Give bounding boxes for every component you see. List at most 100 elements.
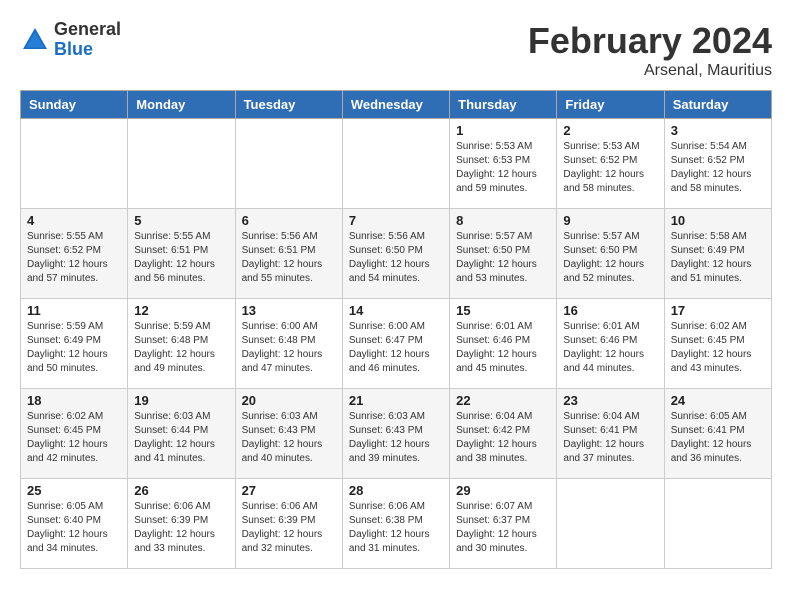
day-info: Sunrise: 6:06 AM Sunset: 6:39 PM Dayligh… — [242, 500, 336, 556]
calendar-table: SundayMondayTuesdayWednesdayThursdayFrid… — [20, 90, 772, 569]
day-number: 24 — [671, 393, 765, 408]
table-row: 14 Sunrise: 6:00 AM Sunset: 6:47 PM Dayli… — [342, 299, 449, 389]
table-row: 25 Sunrise: 6:05 AM Sunset: 6:40 PM Dayli… — [21, 479, 128, 569]
day-info: Sunrise: 6:00 AM Sunset: 6:48 PM Dayligh… — [242, 320, 336, 376]
column-header-tuesday: Tuesday — [235, 91, 342, 119]
logo-icon — [20, 25, 50, 55]
table-row: 28Sunrise: 6:06 AM Sunset: 6:38 PM Dayli… — [342, 479, 449, 569]
column-header-monday: Monday — [128, 91, 235, 119]
day-number: 10 — [671, 213, 765, 228]
day-info: Sunrise: 6:05 AM Sunset: 6:40 PM Dayligh… — [27, 500, 121, 556]
table-row: 4 Sunrise: 5:55 AM Sunset: 6:52 PM Daylig… — [21, 209, 128, 299]
day-number: 20 — [242, 393, 336, 408]
day-info: Sunrise: 6:00 AM Sunset: 6:47 PM Dayligh… — [349, 320, 443, 376]
table-row: 8 Sunrise: 5:57 AM Sunset: 6:50 PM Daylig… — [450, 209, 557, 299]
table-row: 2 Sunrise: 5:53 AM Sunset: 6:52 PM Daylig… — [557, 119, 664, 209]
day-number: 3 — [671, 123, 765, 138]
table-row: 5 Sunrise: 5:55 AM Sunset: 6:51 PM Daylig… — [128, 209, 235, 299]
day-info: Sunrise: 5:55 AM Sunset: 6:52 PM Dayligh… — [27, 230, 121, 286]
day-info: Sunrise: 6:05 AM Sunset: 6:41 PM Dayligh… — [671, 410, 765, 466]
table-row: 18 Sunrise: 6:02 AM Sunset: 6:45 PM Dayli… — [21, 389, 128, 479]
table-row: 9 Sunrise: 5:57 AM Sunset: 6:50 PM Daylig… — [557, 209, 664, 299]
day-info: Sunrise: 6:04 AM Sunset: 6:42 PM Dayligh… — [456, 410, 550, 466]
day-number: 26 — [134, 483, 228, 498]
table-row: 16Sunrise: 6:01 AM Sunset: 6:46 PM Dayli… — [557, 299, 664, 389]
title-area: February 2024 Arsenal, Mauritius — [528, 20, 772, 80]
table-row — [128, 119, 235, 209]
calendar-week-1: 1Sunrise: 5:53 AM Sunset: 6:53 PM Daylig… — [21, 119, 772, 209]
day-number: 11 — [27, 303, 121, 318]
table-row — [235, 119, 342, 209]
column-header-wednesday: Wednesday — [342, 91, 449, 119]
day-info: Sunrise: 5:54 AM Sunset: 6:52 PM Dayligh… — [671, 140, 765, 196]
calendar-week-2: 4 Sunrise: 5:55 AM Sunset: 6:52 PM Daylig… — [21, 209, 772, 299]
table-row: 13 Sunrise: 6:00 AM Sunset: 6:48 PM Dayli… — [235, 299, 342, 389]
day-number: 13 — [242, 303, 336, 318]
calendar-subtitle: Arsenal, Mauritius — [528, 62, 772, 80]
header: General Blue February 2024 Arsenal, Maur… — [20, 20, 772, 80]
table-row: 3 Sunrise: 5:54 AM Sunset: 6:52 PM Daylig… — [664, 119, 771, 209]
logo-text: General Blue — [54, 20, 121, 60]
day-info: Sunrise: 5:57 AM Sunset: 6:50 PM Dayligh… — [563, 230, 657, 286]
table-row: 26 Sunrise: 6:06 AM Sunset: 6:39 PM Dayli… — [128, 479, 235, 569]
day-info: Sunrise: 5:55 AM Sunset: 6:51 PM Dayligh… — [134, 230, 228, 286]
day-number: 23 — [563, 393, 657, 408]
day-info: Sunrise: 5:53 AM Sunset: 6:53 PM Dayligh… — [456, 140, 550, 196]
day-info: Sunrise: 6:03 AM Sunset: 6:43 PM Dayligh… — [349, 410, 443, 466]
day-number: 8 — [456, 213, 550, 228]
day-info: Sunrise: 6:02 AM Sunset: 6:45 PM Dayligh… — [27, 410, 121, 466]
table-row: 11Sunrise: 5:59 AM Sunset: 6:49 PM Dayli… — [21, 299, 128, 389]
column-header-thursday: Thursday — [450, 91, 557, 119]
table-row: 22 Sunrise: 6:04 AM Sunset: 6:42 PM Dayli… — [450, 389, 557, 479]
day-info: Sunrise: 5:57 AM Sunset: 6:50 PM Dayligh… — [456, 230, 550, 286]
calendar-title: February 2024 — [528, 20, 772, 62]
day-info: Sunrise: 5:58 AM Sunset: 6:49 PM Dayligh… — [671, 230, 765, 286]
day-info: Sunrise: 5:56 AM Sunset: 6:51 PM Dayligh… — [242, 230, 336, 286]
table-row: 12 Sunrise: 5:59 AM Sunset: 6:48 PM Dayli… — [128, 299, 235, 389]
day-info: Sunrise: 6:06 AM Sunset: 6:39 PM Dayligh… — [134, 500, 228, 556]
day-number: 4 — [27, 213, 121, 228]
table-row: 23 Sunrise: 6:04 AM Sunset: 6:41 PM Dayli… — [557, 389, 664, 479]
day-info: Sunrise: 6:07 AM Sunset: 6:37 PM Dayligh… — [456, 500, 550, 556]
day-number: 21 — [349, 393, 443, 408]
day-info: Sunrise: 5:53 AM Sunset: 6:52 PM Dayligh… — [563, 140, 657, 196]
table-row — [21, 119, 128, 209]
table-row: 27Sunrise: 6:06 AM Sunset: 6:39 PM Dayli… — [235, 479, 342, 569]
table-row: 17Sunrise: 6:02 AM Sunset: 6:45 PM Dayli… — [664, 299, 771, 389]
table-row — [342, 119, 449, 209]
day-number: 25 — [27, 483, 121, 498]
day-info: Sunrise: 6:04 AM Sunset: 6:41 PM Dayligh… — [563, 410, 657, 466]
table-row — [557, 479, 664, 569]
table-row: 1Sunrise: 5:53 AM Sunset: 6:53 PM Daylig… — [450, 119, 557, 209]
table-row: 6Sunrise: 5:56 AM Sunset: 6:51 PM Daylig… — [235, 209, 342, 299]
day-number: 18 — [27, 393, 121, 408]
day-number: 2 — [563, 123, 657, 138]
day-info: Sunrise: 5:56 AM Sunset: 6:50 PM Dayligh… — [349, 230, 443, 286]
table-row: 7 Sunrise: 5:56 AM Sunset: 6:50 PM Daylig… — [342, 209, 449, 299]
column-header-sunday: Sunday — [21, 91, 128, 119]
calendar-week-4: 18 Sunrise: 6:02 AM Sunset: 6:45 PM Dayli… — [21, 389, 772, 479]
calendar-week-5: 25 Sunrise: 6:05 AM Sunset: 6:40 PM Dayli… — [21, 479, 772, 569]
day-number: 7 — [349, 213, 443, 228]
day-number: 22 — [456, 393, 550, 408]
day-info: Sunrise: 6:06 AM Sunset: 6:38 PM Dayligh… — [349, 500, 443, 556]
column-header-saturday: Saturday — [664, 91, 771, 119]
table-row: 24 Sunrise: 6:05 AM Sunset: 6:41 PM Dayli… — [664, 389, 771, 479]
table-row: 21 Sunrise: 6:03 AM Sunset: 6:43 PM Dayli… — [342, 389, 449, 479]
day-number: 5 — [134, 213, 228, 228]
day-number: 19 — [134, 393, 228, 408]
calendar-week-3: 11Sunrise: 5:59 AM Sunset: 6:49 PM Dayli… — [21, 299, 772, 389]
table-row: 15Sunrise: 6:01 AM Sunset: 6:46 PM Dayli… — [450, 299, 557, 389]
day-info: Sunrise: 6:02 AM Sunset: 6:45 PM Dayligh… — [671, 320, 765, 376]
day-info: Sunrise: 5:59 AM Sunset: 6:48 PM Dayligh… — [134, 320, 228, 376]
logo-blue: Blue — [54, 40, 121, 60]
table-row — [664, 479, 771, 569]
day-number: 12 — [134, 303, 228, 318]
table-row: 19 Sunrise: 6:03 AM Sunset: 6:44 PM Dayli… — [128, 389, 235, 479]
table-row: 29Sunrise: 6:07 AM Sunset: 6:37 PM Dayli… — [450, 479, 557, 569]
day-info: Sunrise: 6:03 AM Sunset: 6:44 PM Dayligh… — [134, 410, 228, 466]
header-row: SundayMondayTuesdayWednesdayThursdayFrid… — [21, 91, 772, 119]
logo-general: General — [54, 20, 121, 40]
day-number: 9 — [563, 213, 657, 228]
day-number: 14 — [349, 303, 443, 318]
